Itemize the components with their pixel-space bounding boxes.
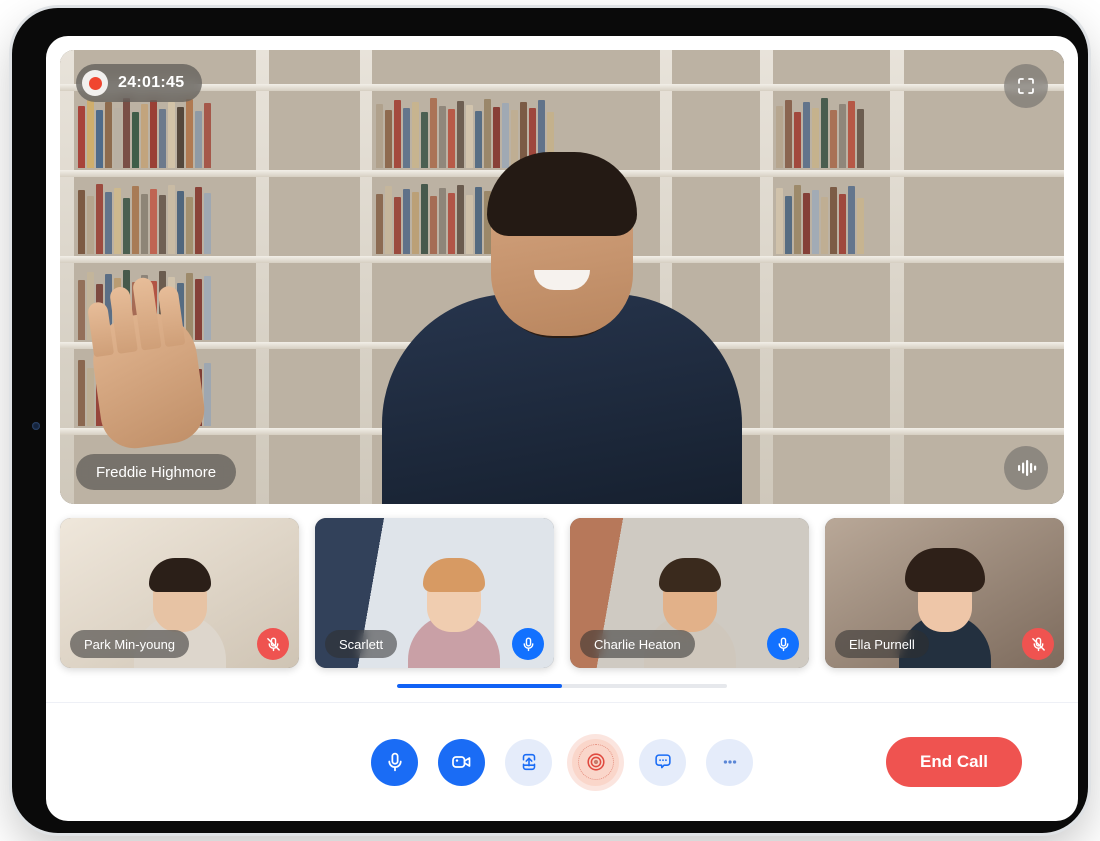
participant-thumbnail-strip[interactable]: Park Min-young Scarlett Charlie Heaton E… — [60, 518, 1064, 668]
participant-thumbnail[interactable]: Scarlett — [315, 518, 554, 668]
participant-thumbnail[interactable]: Park Min-young — [60, 518, 299, 668]
share-screen-button[interactable] — [505, 738, 552, 786]
control-bar: End Call — [46, 703, 1078, 821]
participant-thumbnail[interactable]: Ella Purnell — [825, 518, 1064, 668]
microphone-icon — [387, 752, 402, 772]
participant-name-text: Ella Purnell — [849, 636, 915, 652]
participant-name-text: Scarlett — [339, 636, 384, 652]
record-button[interactable] — [572, 738, 619, 786]
main-video-stage[interactable]: 24:01:45 Freddie Highmore — [60, 50, 1064, 504]
fullscreen-expand-icon[interactable] — [1004, 64, 1048, 108]
thumbnail-scroll-indicator[interactable] — [46, 684, 1078, 688]
control-button-group — [371, 738, 753, 786]
microphone-button[interactable] — [371, 738, 418, 786]
microphone-muted-icon[interactable] — [257, 628, 289, 660]
speaker-name-label: Freddie Highmore — [76, 454, 237, 490]
more-dots-icon — [723, 760, 736, 764]
video-call-app: 24:01:45 Freddie Highmore Park Min-young… — [46, 36, 1078, 821]
audio-waveform-icon[interactable] — [1004, 446, 1048, 490]
participant-name-text: Charlie Heaton — [594, 636, 681, 652]
recording-indicator: 24:01:45 — [76, 64, 203, 102]
microphone-active-icon[interactable] — [512, 628, 544, 660]
chat-bubble-icon — [654, 754, 671, 769]
microphone-active-icon[interactable] — [767, 628, 799, 660]
microphone-muted-icon[interactable] — [1022, 628, 1054, 660]
participant-name-label: Park Min-young — [70, 630, 190, 658]
chat-button[interactable] — [639, 738, 686, 786]
record-dot-icon — [82, 70, 108, 96]
scroll-track[interactable] — [397, 684, 727, 688]
camera-button[interactable] — [438, 738, 485, 786]
participant-name-label: Scarlett — [325, 630, 398, 658]
participant-name-label: Ella Purnell — [835, 630, 929, 658]
record-dotted-ring — [577, 744, 614, 780]
end-call-button[interactable]: End Call — [885, 737, 1022, 787]
speaker-silhouette — [362, 152, 762, 504]
more-options-button[interactable] — [706, 738, 753, 786]
speaker-name-text: Freddie Highmore — [96, 463, 217, 481]
participant-thumbnail[interactable]: Charlie Heaton — [570, 518, 809, 668]
participant-name-text: Park Min-young — [84, 636, 176, 652]
share-upload-icon — [522, 753, 535, 771]
tablet-frame: 24:01:45 Freddie Highmore Park Min-young… — [12, 8, 1088, 833]
participant-name-label: Charlie Heaton — [580, 630, 695, 658]
front-camera-dot-icon — [32, 422, 40, 430]
video-camera-icon — [451, 756, 470, 768]
recording-timer: 24:01:45 — [118, 74, 185, 91]
tablet-screen: 24:01:45 Freddie Highmore Park Min-young… — [46, 36, 1078, 821]
scroll-progress[interactable] — [397, 684, 562, 688]
